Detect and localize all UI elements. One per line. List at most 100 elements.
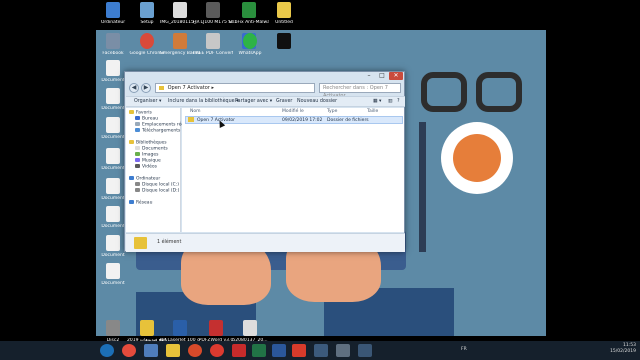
view-options-icon[interactable]: ▦ ▾ <box>373 98 381 106</box>
image-file-icon <box>173 2 187 18</box>
computer-icon <box>106 2 120 18</box>
back-arrow-icon[interactable]: ◀ <box>129 83 139 93</box>
language-indicator[interactable]: FR <box>461 347 467 352</box>
app-icon[interactable] <box>336 344 350 357</box>
star-icon <box>129 110 134 114</box>
document-icon <box>106 206 120 222</box>
organize-button[interactable]: Organiser ▾ <box>134 98 161 106</box>
include-library-button[interactable]: Inclure dans la bibliothèque ▾ <box>168 98 239 106</box>
desktop-icon[interactable] <box>264 33 304 51</box>
app-icon <box>106 33 120 49</box>
chevron-right-icon: ▸ <box>211 85 214 91</box>
scanner-icon <box>206 2 220 18</box>
image-file-icon <box>243 320 257 336</box>
column-header-modified[interactable]: Modifié le <box>282 109 304 115</box>
command-bar: Organiser ▾ Inclure dans la bibliothèque… <box>126 96 405 107</box>
media-icon[interactable] <box>232 344 246 357</box>
pdf-icon <box>209 320 223 336</box>
explorer-window: – □ ✕ ◀ ▶ Open 7 Activator ▸ Rechercher … <box>124 71 405 252</box>
folder-icon <box>188 117 194 124</box>
opera-icon[interactable] <box>210 344 224 357</box>
file-type: Dossier de fichiers <box>327 118 369 123</box>
desktop-icon[interactable]: HP LJ100 M175 Scan <box>193 2 233 25</box>
window-titlebar[interactable]: – □ ✕ <box>125 72 404 80</box>
nav-disk-d[interactable]: Disque local (D:) <box>135 188 179 195</box>
glasses-decoration <box>476 72 522 112</box>
disk-icon <box>135 182 140 186</box>
desktop-screen: Ordinateur Setup IMG_20180115_... HP LJ1… <box>0 0 640 360</box>
disc-icon <box>106 320 120 336</box>
explorer-icon[interactable] <box>166 344 180 357</box>
desktop-icon[interactable]: FREE PDF Converter <box>193 33 233 56</box>
pdf-converter-icon <box>206 33 220 49</box>
file-modified: 09/02/2019 17:02 <box>282 118 323 123</box>
media-player-icon[interactable] <box>144 344 158 357</box>
firefox-icon[interactable] <box>188 344 202 357</box>
new-folder-button[interactable]: Nouveau dossier <box>297 98 337 106</box>
document-icon <box>106 60 120 76</box>
music-icon <box>135 158 140 162</box>
file-list: Nom Modifié le Type Taille Open 7 Activa… <box>182 108 404 232</box>
document-icon <box>106 88 120 104</box>
start-button-icon[interactable] <box>100 344 114 357</box>
close-button[interactable]: ✕ <box>389 72 403 80</box>
address-bar[interactable]: Open 7 Activator ▸ <box>155 83 315 93</box>
folder-large-icon <box>134 237 147 249</box>
column-header-size[interactable]: Taille <box>367 109 378 115</box>
nav-videos[interactable]: Vidéos <box>135 164 157 171</box>
recent-places-icon <box>135 122 140 126</box>
folder-icon <box>140 320 154 336</box>
coffee-decoration <box>453 134 501 182</box>
network-icon <box>129 200 134 204</box>
chrome-icon <box>140 33 154 49</box>
share-button[interactable]: Partager avec ▾ <box>235 98 272 106</box>
app-icon[interactable] <box>358 344 372 357</box>
pane-icon[interactable]: ▥ <box>388 98 393 106</box>
navigation-bar: ◀ ▶ Open 7 Activator ▸ Rechercher dans :… <box>129 82 401 99</box>
folder-icon <box>277 2 291 18</box>
clock-date: 15/02/2019 <box>610 349 636 354</box>
column-header-name[interactable]: Nom <box>190 109 201 115</box>
maximize-button[interactable]: □ <box>376 72 388 80</box>
excel-icon[interactable] <box>252 344 266 357</box>
system-clock[interactable]: 11:53 15/02/2019 <box>610 343 636 355</box>
acrobat-icon[interactable] <box>292 344 306 357</box>
disk-icon <box>135 188 140 192</box>
glasses-decoration <box>421 72 467 112</box>
downloads-icon <box>135 128 140 132</box>
column-header-type[interactable]: Type <box>327 109 337 115</box>
search-input[interactable]: Rechercher dans : Open 7 Activator <box>319 83 401 99</box>
app-icon[interactable] <box>314 344 328 357</box>
chrome-icon[interactable] <box>122 344 136 357</box>
help-icon[interactable]: ? <box>397 98 400 106</box>
setup-icon <box>140 2 154 18</box>
antimalware-icon <box>242 2 256 18</box>
desktop-icon[interactable]: UsbFix Anti-Malware <box>229 2 269 25</box>
desktop-icon[interactable]: 52080137_20... <box>230 320 270 343</box>
videos-icon <box>135 164 140 168</box>
desktop-icon-small <box>135 116 140 120</box>
nav-downloads[interactable]: Téléchargements <box>135 128 180 135</box>
document-icon <box>106 178 120 194</box>
details-pane: 1 élément <box>126 233 405 252</box>
desktop-icon[interactable]: Untitled <box>264 2 304 25</box>
details-item-count: 1 élément <box>157 240 182 245</box>
computer-icon <box>129 176 134 180</box>
document-icon <box>106 263 120 279</box>
nav-network[interactable]: Réseau <box>129 200 152 207</box>
navigation-pane: Favoris Bureau Emplacements récents Télé… <box>126 108 194 232</box>
minimize-button[interactable]: – <box>363 72 375 80</box>
forward-arrow-icon[interactable]: ▶ <box>141 83 151 93</box>
folder-small-icon <box>159 85 164 90</box>
whatsapp-icon <box>243 33 257 49</box>
taskbar: FR 11:53 15/02/2019 <box>0 341 640 360</box>
backup-icon <box>173 33 187 49</box>
desktop-icon[interactable]: Document <box>93 263 133 286</box>
document-icon <box>106 148 120 164</box>
burn-button[interactable]: Graver <box>276 98 292 106</box>
libraries-icon <box>129 140 134 144</box>
images-icon <box>135 152 140 156</box>
document-icon <box>106 117 120 133</box>
word-icon[interactable] <box>272 344 286 357</box>
desktop-icon[interactable]: HP LaserJet 100 color MFP M17... <box>160 320 200 343</box>
